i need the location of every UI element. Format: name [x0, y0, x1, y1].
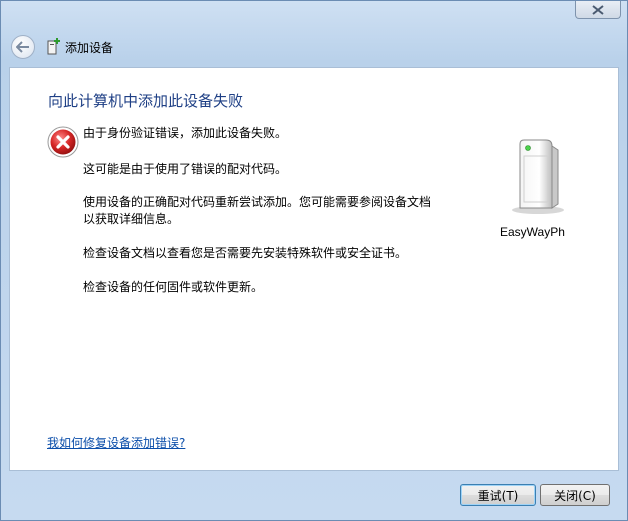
- window-close-button[interactable]: [575, 1, 621, 19]
- help-link[interactable]: 我如何修复设备添加错误?: [47, 434, 185, 451]
- message-firmware-hint: 检查设备的任何固件或软件更新。: [83, 280, 264, 294]
- title-bar: 添加设备: [1, 23, 627, 67]
- dialog-window: 添加设备 向此计算机中添加此设备失败 由于身份验证错误，添加此设备失败。 这可能…: [0, 0, 628, 521]
- message-software-hint: 检查设备文档以查看您是否需要先安装特殊软件或安全证书。: [83, 246, 408, 260]
- retry-button[interactable]: 重试(T): [460, 484, 536, 506]
- back-arrow-icon: [16, 41, 29, 53]
- page-title: 向此计算机中添加此设备失败: [48, 92, 244, 110]
- back-button[interactable]: [11, 35, 35, 59]
- add-device-icon: [47, 38, 60, 55]
- message-retry-hint-cont: 以获取详细信息。: [83, 212, 180, 226]
- close-icon: [592, 4, 604, 15]
- dialog-footer: 重试(T) 关闭(C): [9, 471, 619, 517]
- window-title: 添加设备: [65, 41, 114, 55]
- error-icon: [47, 126, 79, 158]
- message-retry-hint: 使用设备的正确配对代码重新尝试添加。您可能需要参阅设备文档: [83, 195, 432, 209]
- message-cause: 这可能是由于使用了错误的配对代码。: [83, 162, 288, 176]
- device-name-label: EasyWayPh: [500, 225, 565, 239]
- content-panel: 向此计算机中添加此设备失败 由于身份验证错误，添加此设备失败。 这可能是由于使用…: [9, 67, 619, 471]
- error-message: 由于身份验证错误，添加此设备失败。: [83, 126, 288, 140]
- close-button[interactable]: 关闭(C): [540, 484, 610, 506]
- device-tower-icon: [512, 139, 564, 214]
